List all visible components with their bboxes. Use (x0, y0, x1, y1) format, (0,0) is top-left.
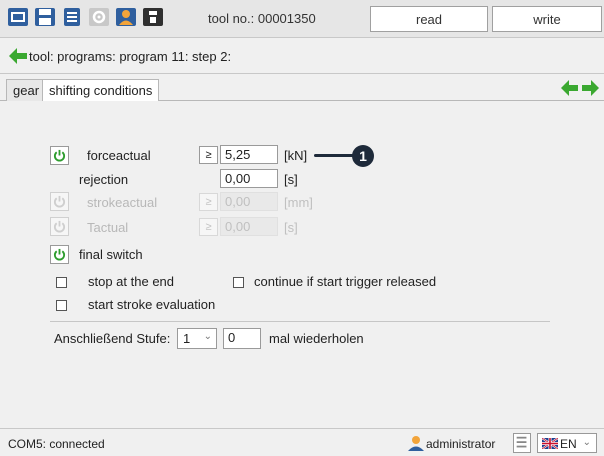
chevron-down-icon: ⌄ (582, 437, 591, 448)
stop-at-end-checkbox[interactable] (56, 277, 67, 288)
repeat-count-input[interactable]: 0 (223, 328, 261, 349)
step-nav (560, 79, 600, 97)
power-icon (53, 195, 66, 208)
next-stage-value: 1 (183, 331, 191, 346)
strokeactual-unit: [mm] (284, 195, 313, 210)
repeat-label: mal wiederholen (269, 331, 364, 346)
power-icon (53, 248, 66, 261)
rejection-label: rejection (79, 172, 129, 187)
uk-flag-icon (541, 437, 559, 450)
connection-status: COM5: connected (8, 437, 105, 451)
forceactual-power-toggle[interactable] (50, 146, 69, 165)
breadcrumb: tool: programs: program 11: step 2: (29, 49, 232, 64)
shifting-conditions-panel: forceactual ≥ 5,25 [kN] rejection 0,00 [… (0, 101, 604, 428)
final-switch-power-toggle[interactable] (50, 245, 69, 264)
user-icon (407, 435, 425, 451)
toolbar: tool no.: 00001350 read write (0, 0, 604, 38)
callout-line (314, 154, 356, 157)
callout-marker: 1 (352, 145, 374, 167)
status-bar: COM5: connected administrator EN ⌄ (0, 428, 604, 456)
tactual-power-toggle[interactable] (50, 217, 69, 236)
stop-at-end-label: stop at the end (88, 274, 175, 289)
save-icon[interactable] (34, 5, 56, 29)
power-icon (53, 220, 66, 233)
tab-bar: gear shifting conditions (0, 74, 604, 102)
forceactual-comparator[interactable]: ≥ (199, 146, 218, 164)
chevron-down-icon: ⌄ (203, 331, 212, 342)
device-icon[interactable] (142, 5, 164, 29)
start-stroke-eval-checkbox[interactable] (56, 300, 67, 311)
forceactual-unit: [kN] (284, 148, 308, 163)
tactual-label: Tactual (87, 220, 129, 235)
folder-icon[interactable] (7, 5, 29, 29)
write-button-label: write (533, 11, 561, 27)
read-button[interactable]: read (370, 6, 488, 32)
continue-trigger-checkbox[interactable] (233, 277, 244, 288)
tool-number: tool no.: 00001350 (208, 11, 316, 26)
document-icon[interactable] (513, 433, 531, 453)
next-step-icon[interactable] (582, 80, 599, 96)
rejection-input[interactable]: 0,00 (220, 169, 278, 188)
tab-gear[interactable]: gear (6, 79, 47, 101)
divider (50, 321, 550, 322)
tactual-comparator: ≥ (199, 218, 218, 236)
current-user: administrator (426, 437, 496, 451)
strokeactual-input: 0,00 (220, 192, 278, 211)
forceactual-label: forceactual (87, 148, 151, 163)
next-stage-label: Anschließend Stufe: (54, 331, 171, 346)
final-switch-label: final switch (79, 247, 143, 262)
strokeactual-label: strokeactual (87, 195, 158, 210)
start-stroke-eval-label: start stroke evaluation (88, 297, 216, 312)
power-icon (53, 149, 66, 162)
tab-shifting-conditions-label: shifting conditions (49, 83, 153, 98)
back-arrow-icon[interactable] (8, 47, 28, 65)
write-button[interactable]: write (492, 6, 602, 32)
tab-shifting-conditions[interactable]: shifting conditions (42, 79, 160, 102)
database-icon[interactable] (61, 5, 83, 29)
rejection-unit: [s] (284, 172, 298, 187)
next-stage-select[interactable]: 1 ⌄ (177, 328, 217, 349)
language-value: EN (560, 437, 577, 451)
previous-step-icon[interactable] (561, 80, 578, 96)
tab-gear-label: gear (13, 83, 40, 98)
tactual-unit: [s] (284, 220, 298, 235)
language-select[interactable]: EN ⌄ (537, 433, 597, 453)
tactual-input: 0,00 (220, 217, 278, 236)
strokeactual-comparator: ≥ (199, 193, 218, 211)
continue-trigger-label: continue if start trigger released (254, 274, 437, 289)
settings-icon[interactable] (88, 5, 110, 29)
read-button-label: read (415, 11, 443, 27)
forceactual-input[interactable]: 5,25 (220, 145, 278, 164)
breadcrumb-bar: tool: programs: program 11: step 2: (0, 38, 604, 74)
strokeactual-power-toggle[interactable] (50, 192, 69, 211)
user-upload-icon[interactable] (115, 5, 137, 29)
